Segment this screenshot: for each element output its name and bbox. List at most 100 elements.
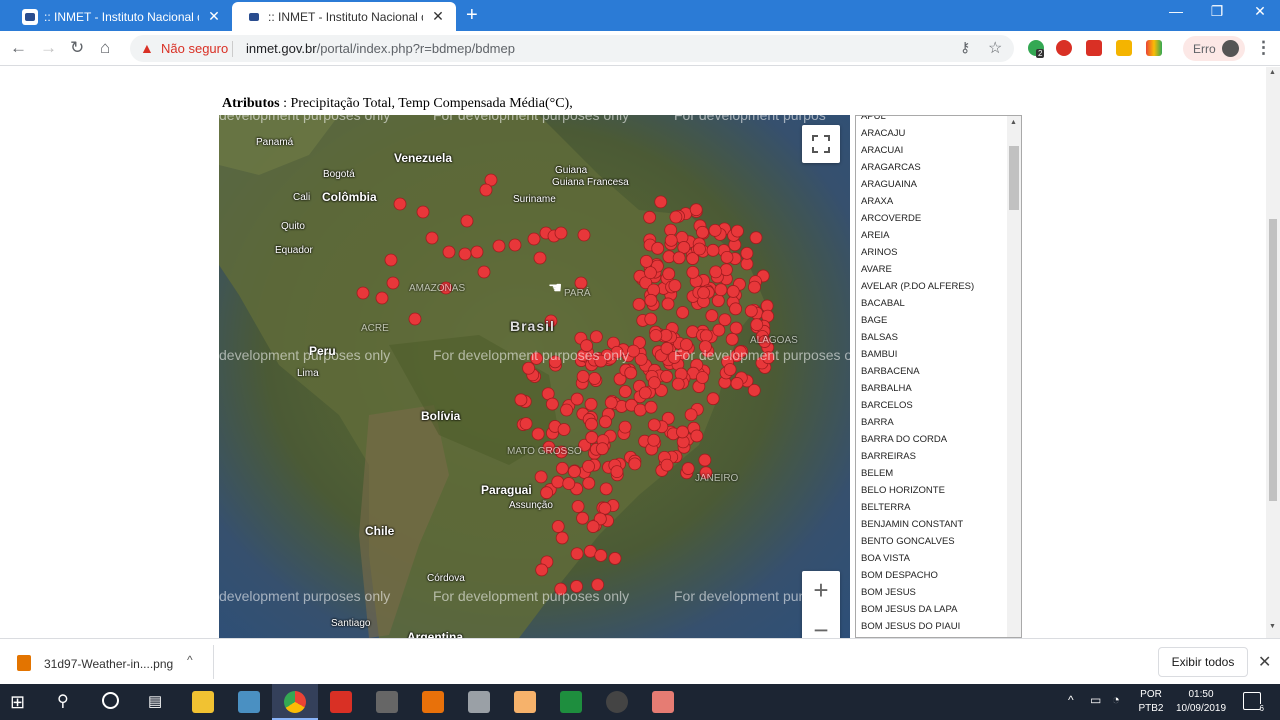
station-marker[interactable] bbox=[534, 470, 548, 484]
zoom-in-button[interactable]: + bbox=[802, 571, 840, 609]
station-marker[interactable] bbox=[555, 531, 569, 545]
station-marker[interactable] bbox=[508, 238, 522, 252]
station-marker[interactable] bbox=[610, 465, 624, 479]
station-option[interactable]: ARAGARCAS bbox=[861, 159, 974, 176]
profile-error-button[interactable]: Erro bbox=[1183, 36, 1245, 61]
station-marker[interactable] bbox=[551, 475, 565, 489]
app-icon[interactable] bbox=[468, 691, 490, 713]
excel-icon[interactable] bbox=[560, 691, 582, 713]
station-marker[interactable] bbox=[560, 403, 573, 417]
station-marker[interactable] bbox=[749, 231, 763, 245]
station-marker[interactable] bbox=[730, 377, 744, 390]
back-icon[interactable]: ← bbox=[10, 38, 27, 58]
page-scrollbar[interactable]: ▲ ▼ bbox=[1266, 67, 1280, 638]
list-scroll-thumb[interactable] bbox=[1009, 146, 1019, 210]
station-marker[interactable] bbox=[644, 293, 658, 307]
station-marker[interactable] bbox=[696, 371, 709, 384]
station-option[interactable]: BELEM bbox=[861, 465, 974, 482]
media-extension-icon[interactable] bbox=[1086, 40, 1102, 56]
station-option[interactable]: ARCOVERDE bbox=[861, 210, 974, 227]
station-marker[interactable] bbox=[577, 228, 591, 242]
station-marker[interactable] bbox=[662, 267, 676, 281]
station-marker[interactable] bbox=[632, 297, 646, 311]
app-icon[interactable] bbox=[422, 691, 444, 713]
station-marker[interactable] bbox=[714, 283, 728, 297]
station-marker[interactable] bbox=[633, 403, 647, 417]
station-marker[interactable] bbox=[408, 312, 422, 326]
zoom-out-button[interactable]: − bbox=[802, 611, 840, 638]
station-marker[interactable] bbox=[644, 400, 658, 414]
new-tab-button[interactable]: + bbox=[466, 4, 478, 27]
app-icon[interactable] bbox=[652, 691, 674, 713]
station-option[interactable]: ARAGUAINA bbox=[861, 176, 974, 193]
rainbow-extension-icon[interactable] bbox=[1146, 40, 1162, 56]
station-marker[interactable] bbox=[627, 344, 640, 358]
station-option[interactable]: ARACUAI bbox=[861, 142, 974, 159]
station-marker[interactable] bbox=[660, 370, 674, 383]
station-marker[interactable] bbox=[557, 423, 571, 436]
station-marker[interactable] bbox=[706, 243, 720, 257]
station-marker[interactable] bbox=[686, 265, 700, 279]
station-marker[interactable] bbox=[386, 276, 400, 290]
station-marker[interactable] bbox=[570, 392, 584, 406]
security-label[interactable]: Não seguro bbox=[161, 41, 228, 56]
station-marker[interactable] bbox=[744, 304, 758, 318]
station-marker[interactable] bbox=[628, 457, 642, 471]
network-icon[interactable]: ◔ bbox=[1112, 692, 1120, 707]
station-option[interactable]: AVARE bbox=[861, 261, 974, 278]
scroll-up-icon[interactable]: ▲ bbox=[1269, 69, 1276, 76]
acrobat-icon[interactable] bbox=[330, 691, 352, 713]
station-marker[interactable] bbox=[664, 233, 678, 247]
station-marker[interactable] bbox=[618, 420, 632, 434]
search-icon[interactable]: ⚲ bbox=[57, 691, 69, 711]
station-marker[interactable] bbox=[624, 366, 638, 380]
menu-icon[interactable]: ⋮ bbox=[1255, 38, 1272, 58]
tab-close-icon[interactable]: ✕ bbox=[431, 8, 445, 25]
station-marker[interactable] bbox=[608, 552, 622, 565]
station-marker[interactable] bbox=[470, 245, 484, 259]
station-option[interactable]: BACABAL bbox=[861, 295, 974, 312]
home-icon[interactable]: ⌂ bbox=[100, 38, 110, 58]
station-option[interactable]: BENJAMIN CONSTANT bbox=[861, 516, 974, 533]
station-marker[interactable] bbox=[531, 427, 545, 441]
station-select-list[interactable]: APUL ARACAJU ARACUAI ARAGARCAS ARAGUAINA ARAX… bbox=[855, 115, 1022, 638]
station-marker[interactable] bbox=[514, 393, 528, 407]
reload-icon[interactable]: ↻ bbox=[70, 38, 84, 58]
notifications-icon[interactable]: 6 bbox=[1243, 692, 1264, 713]
station-marker[interactable] bbox=[599, 415, 612, 429]
station-option[interactable]: BALSAS bbox=[861, 329, 974, 346]
station-marker[interactable] bbox=[519, 417, 533, 431]
station-marker[interactable] bbox=[582, 459, 595, 473]
station-option[interactable]: BOM JESUS bbox=[861, 584, 974, 601]
station-marker[interactable] bbox=[567, 465, 581, 478]
station-option[interactable]: BAMBUI bbox=[861, 346, 974, 363]
station-marker[interactable] bbox=[748, 280, 761, 294]
station-marker[interactable] bbox=[671, 377, 685, 391]
station-marker[interactable] bbox=[460, 214, 474, 228]
station-option[interactable]: BARRA bbox=[861, 414, 974, 431]
station-marker[interactable] bbox=[647, 376, 661, 390]
tab-close-icon[interactable]: ✕ bbox=[207, 8, 221, 25]
station-marker[interactable] bbox=[585, 417, 598, 431]
station-option[interactable]: ARAXA bbox=[861, 193, 974, 210]
minimize-icon[interactable]: — bbox=[1156, 3, 1196, 19]
station-marker[interactable] bbox=[726, 285, 740, 298]
adblock-icon[interactable] bbox=[1056, 40, 1072, 56]
station-marker[interactable] bbox=[712, 323, 726, 337]
station-marker[interactable] bbox=[604, 396, 618, 410]
chevron-up-icon[interactable]: ^ bbox=[1068, 693, 1074, 707]
warning-icon[interactable]: ▲ bbox=[140, 40, 154, 56]
station-marker[interactable] bbox=[676, 425, 689, 439]
station-marker[interactable] bbox=[571, 500, 585, 513]
station-marker[interactable] bbox=[731, 224, 744, 238]
station-marker[interactable] bbox=[709, 265, 723, 279]
tab-inmet-1[interactable]: :: INMET - Instituto Nacional de Meteoro… bbox=[8, 2, 230, 31]
station-marker[interactable] bbox=[676, 306, 690, 319]
fullscreen-button[interactable] bbox=[802, 125, 840, 163]
station-marker[interactable] bbox=[384, 253, 398, 267]
station-option[interactable]: ARINOS bbox=[861, 244, 974, 261]
station-marker[interactable] bbox=[668, 279, 682, 293]
station-option[interactable]: BARRA DO CORDA bbox=[861, 431, 974, 448]
station-option[interactable]: BELTERRA bbox=[861, 499, 974, 516]
cortana-icon[interactable] bbox=[102, 692, 119, 709]
